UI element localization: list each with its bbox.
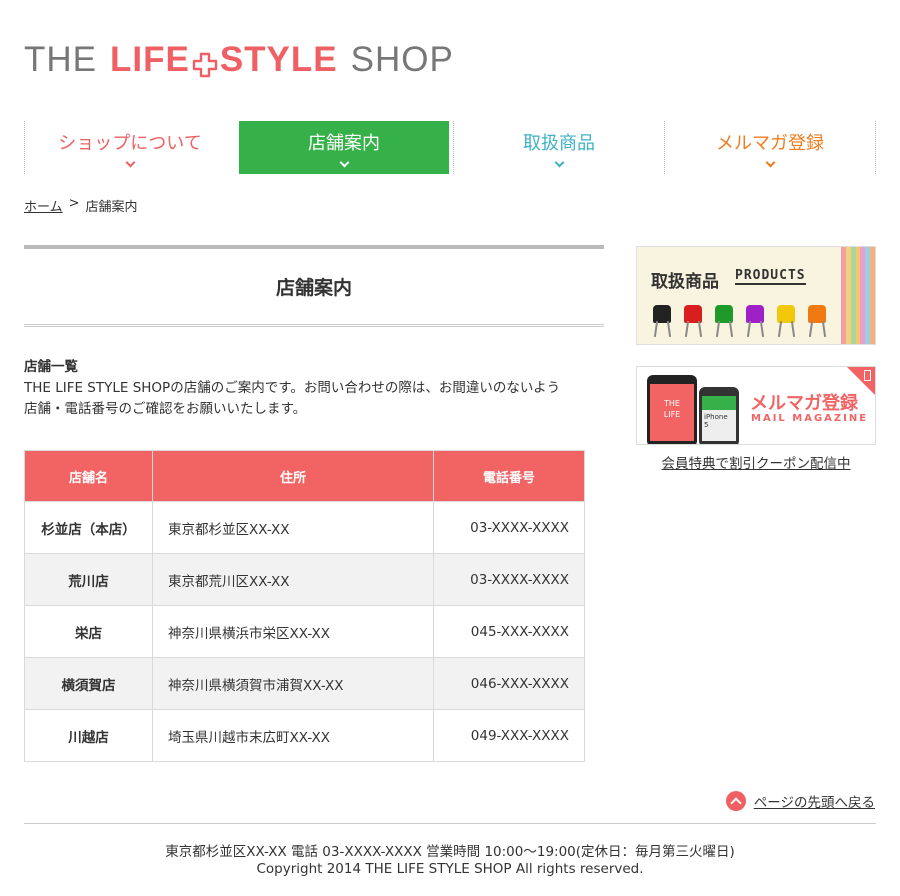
mailmagazine-banner-subtitle: MAIL MAGAZINE — [751, 413, 869, 424]
chair-icon — [744, 303, 767, 338]
store-address: 埼玉県川越市末広町XX-XX — [152, 709, 434, 762]
chair-icon — [651, 303, 674, 338]
nav-item-label: メルマガ登録 — [716, 133, 824, 154]
chevron-down-icon — [125, 157, 135, 168]
divider — [24, 245, 604, 249]
intro-title: 店舗一覧 — [24, 359, 78, 375]
chevron-down-icon — [339, 157, 349, 168]
table-row: 栄店 神奈川県横浜市栄区XX-XX 045-XXX-XXXX — [24, 605, 585, 658]
page-title: 店舗案内 — [275, 277, 352, 299]
nav-item-label: 店舗案内 — [308, 133, 380, 154]
store-name: 川越店 — [24, 709, 153, 762]
store-name: 栄店 — [24, 605, 153, 658]
table-row: 横須賀店 神奈川県横須賀市浦賀XX-XX 046-XXX-XXXX — [24, 657, 585, 710]
chevron-down-icon — [765, 157, 775, 168]
plus-icon — [192, 47, 218, 78]
intro-text: 店舗一覧 THE LIFE STYLE SHOPの店舗のご案内です。お問い合わせ… — [24, 357, 604, 420]
nav-item-mailmagazine[interactable]: メルマガ登録 — [664, 121, 876, 174]
page-top-link[interactable]: ページの先頭へ戻る — [725, 791, 875, 811]
page-heading-box: 店舗案内 — [24, 245, 604, 327]
site-logo[interactable]: THE LIFE STYLE SHOP — [24, 40, 454, 80]
store-name: 横須賀店 — [24, 657, 153, 710]
store-address: 東京都荒川区XX-XX — [152, 553, 434, 606]
store-address: 神奈川県横浜市栄区XX-XX — [152, 605, 434, 658]
logo-text-life: LIFE — [110, 40, 190, 79]
nav-item-label: ショップについて — [58, 133, 202, 154]
mailmagazine-banner[interactable]: THE LIFE iPhone 5 メルマガ登録 MAIL MAGAZINE — [636, 366, 876, 445]
breadcrumb-current: 店舗案内 — [85, 200, 138, 215]
table-header-row: 店舗名 住所 電話番号 — [24, 450, 585, 502]
footer-copyright: Copyright 2014 THE LIFE STYLE SHOP All r… — [256, 861, 644, 877]
mailmagazine-banner-title: メルマガ登録 — [750, 393, 858, 414]
chair-icon — [713, 303, 736, 338]
chair-icon — [682, 303, 705, 338]
chair-icon — [806, 303, 829, 338]
store-address: 神奈川県横須賀市浦賀XX-XX — [152, 657, 434, 710]
breadcrumb: ホーム > 店舗案内 — [24, 196, 138, 215]
nav-item-products[interactable]: 取扱商品 — [453, 121, 664, 174]
divider — [24, 823, 876, 824]
footer-info: 東京都杉並区XX-XX 電話 03-XXXX-XXXX 営業時間 10:00～1… — [165, 844, 735, 860]
store-phone: 03-XXXX-XXXX — [433, 501, 585, 554]
phone-image: iPhone 5 — [699, 387, 739, 444]
products-banner[interactable]: 取扱商品 PRODUCTS — [636, 246, 876, 345]
store-phone: 046-XXX-XXXX — [433, 657, 585, 710]
nav-item-stores[interactable]: 店舗案内 — [239, 121, 449, 174]
breadcrumb-home-link[interactable]: ホーム — [24, 196, 63, 215]
column-header-address: 住所 — [152, 450, 434, 502]
column-header-phone: 電話番号 — [433, 450, 585, 502]
intro-line: THE LIFE STYLE SHOPの店舗のご案内です。お問い合わせの際は、お… — [24, 380, 561, 396]
coupon-link[interactable]: 会員特典で割引クーポン配信中 — [636, 452, 876, 472]
breadcrumb-separator: > — [68, 196, 80, 211]
nav-item-label: 取扱商品 — [523, 133, 595, 154]
store-phone: 03-XXXX-XXXX — [433, 553, 585, 606]
store-table: 店舗名 住所 電話番号 杉並店（本店） 東京都杉並区XX-XX 03-XXXX-… — [24, 450, 585, 762]
products-banner-subtitle: PRODUCTS — [735, 268, 806, 285]
store-name: 杉並店（本店） — [24, 501, 153, 554]
phone-screen-text: LIFE — [663, 410, 681, 419]
global-nav: ショップについて 店舗案内 取扱商品 メルマガ登録 — [24, 121, 876, 174]
store-phone: 045-XXX-XXXX — [433, 605, 585, 658]
phone-screen-text: iPhone 5 — [704, 413, 728, 429]
products-banner-title: 取扱商品 — [651, 272, 719, 292]
phone-screen-text: THE — [664, 399, 680, 408]
logo-text-shop: SHOP — [350, 40, 454, 79]
page-top-label: ページの先頭へ戻る — [753, 795, 875, 811]
stripe-decoration — [841, 247, 875, 344]
store-phone: 049-XXX-XXXX — [433, 709, 585, 762]
divider — [24, 324, 604, 327]
column-header-name: 店舗名 — [24, 450, 153, 502]
chair-icon — [775, 303, 798, 338]
logo-text-the: THE — [24, 40, 97, 79]
store-address: 東京都杉並区XX-XX — [152, 501, 434, 554]
chevron-down-icon — [554, 157, 564, 168]
chairs-image — [651, 303, 829, 338]
phone-image: THE LIFE — [647, 375, 697, 444]
table-row: 荒川店 東京都荒川区XX-XX 03-XXXX-XXXX — [24, 553, 585, 606]
table-row: 川越店 埼玉県川越市末広町XX-XX 049-XXX-XXXX — [24, 709, 585, 762]
logo-text-style: STYLE — [219, 40, 338, 79]
store-name: 荒川店 — [24, 553, 153, 606]
intro-line: 店舗・電話番号のご確認をお願いいたします。 — [24, 401, 307, 417]
table-row: 杉並店（本店） 東京都杉並区XX-XX 03-XXXX-XXXX — [24, 501, 585, 554]
arrow-up-icon — [725, 791, 746, 811]
mobile-icon — [864, 370, 871, 381]
nav-item-about[interactable]: ショップについて — [24, 121, 235, 174]
